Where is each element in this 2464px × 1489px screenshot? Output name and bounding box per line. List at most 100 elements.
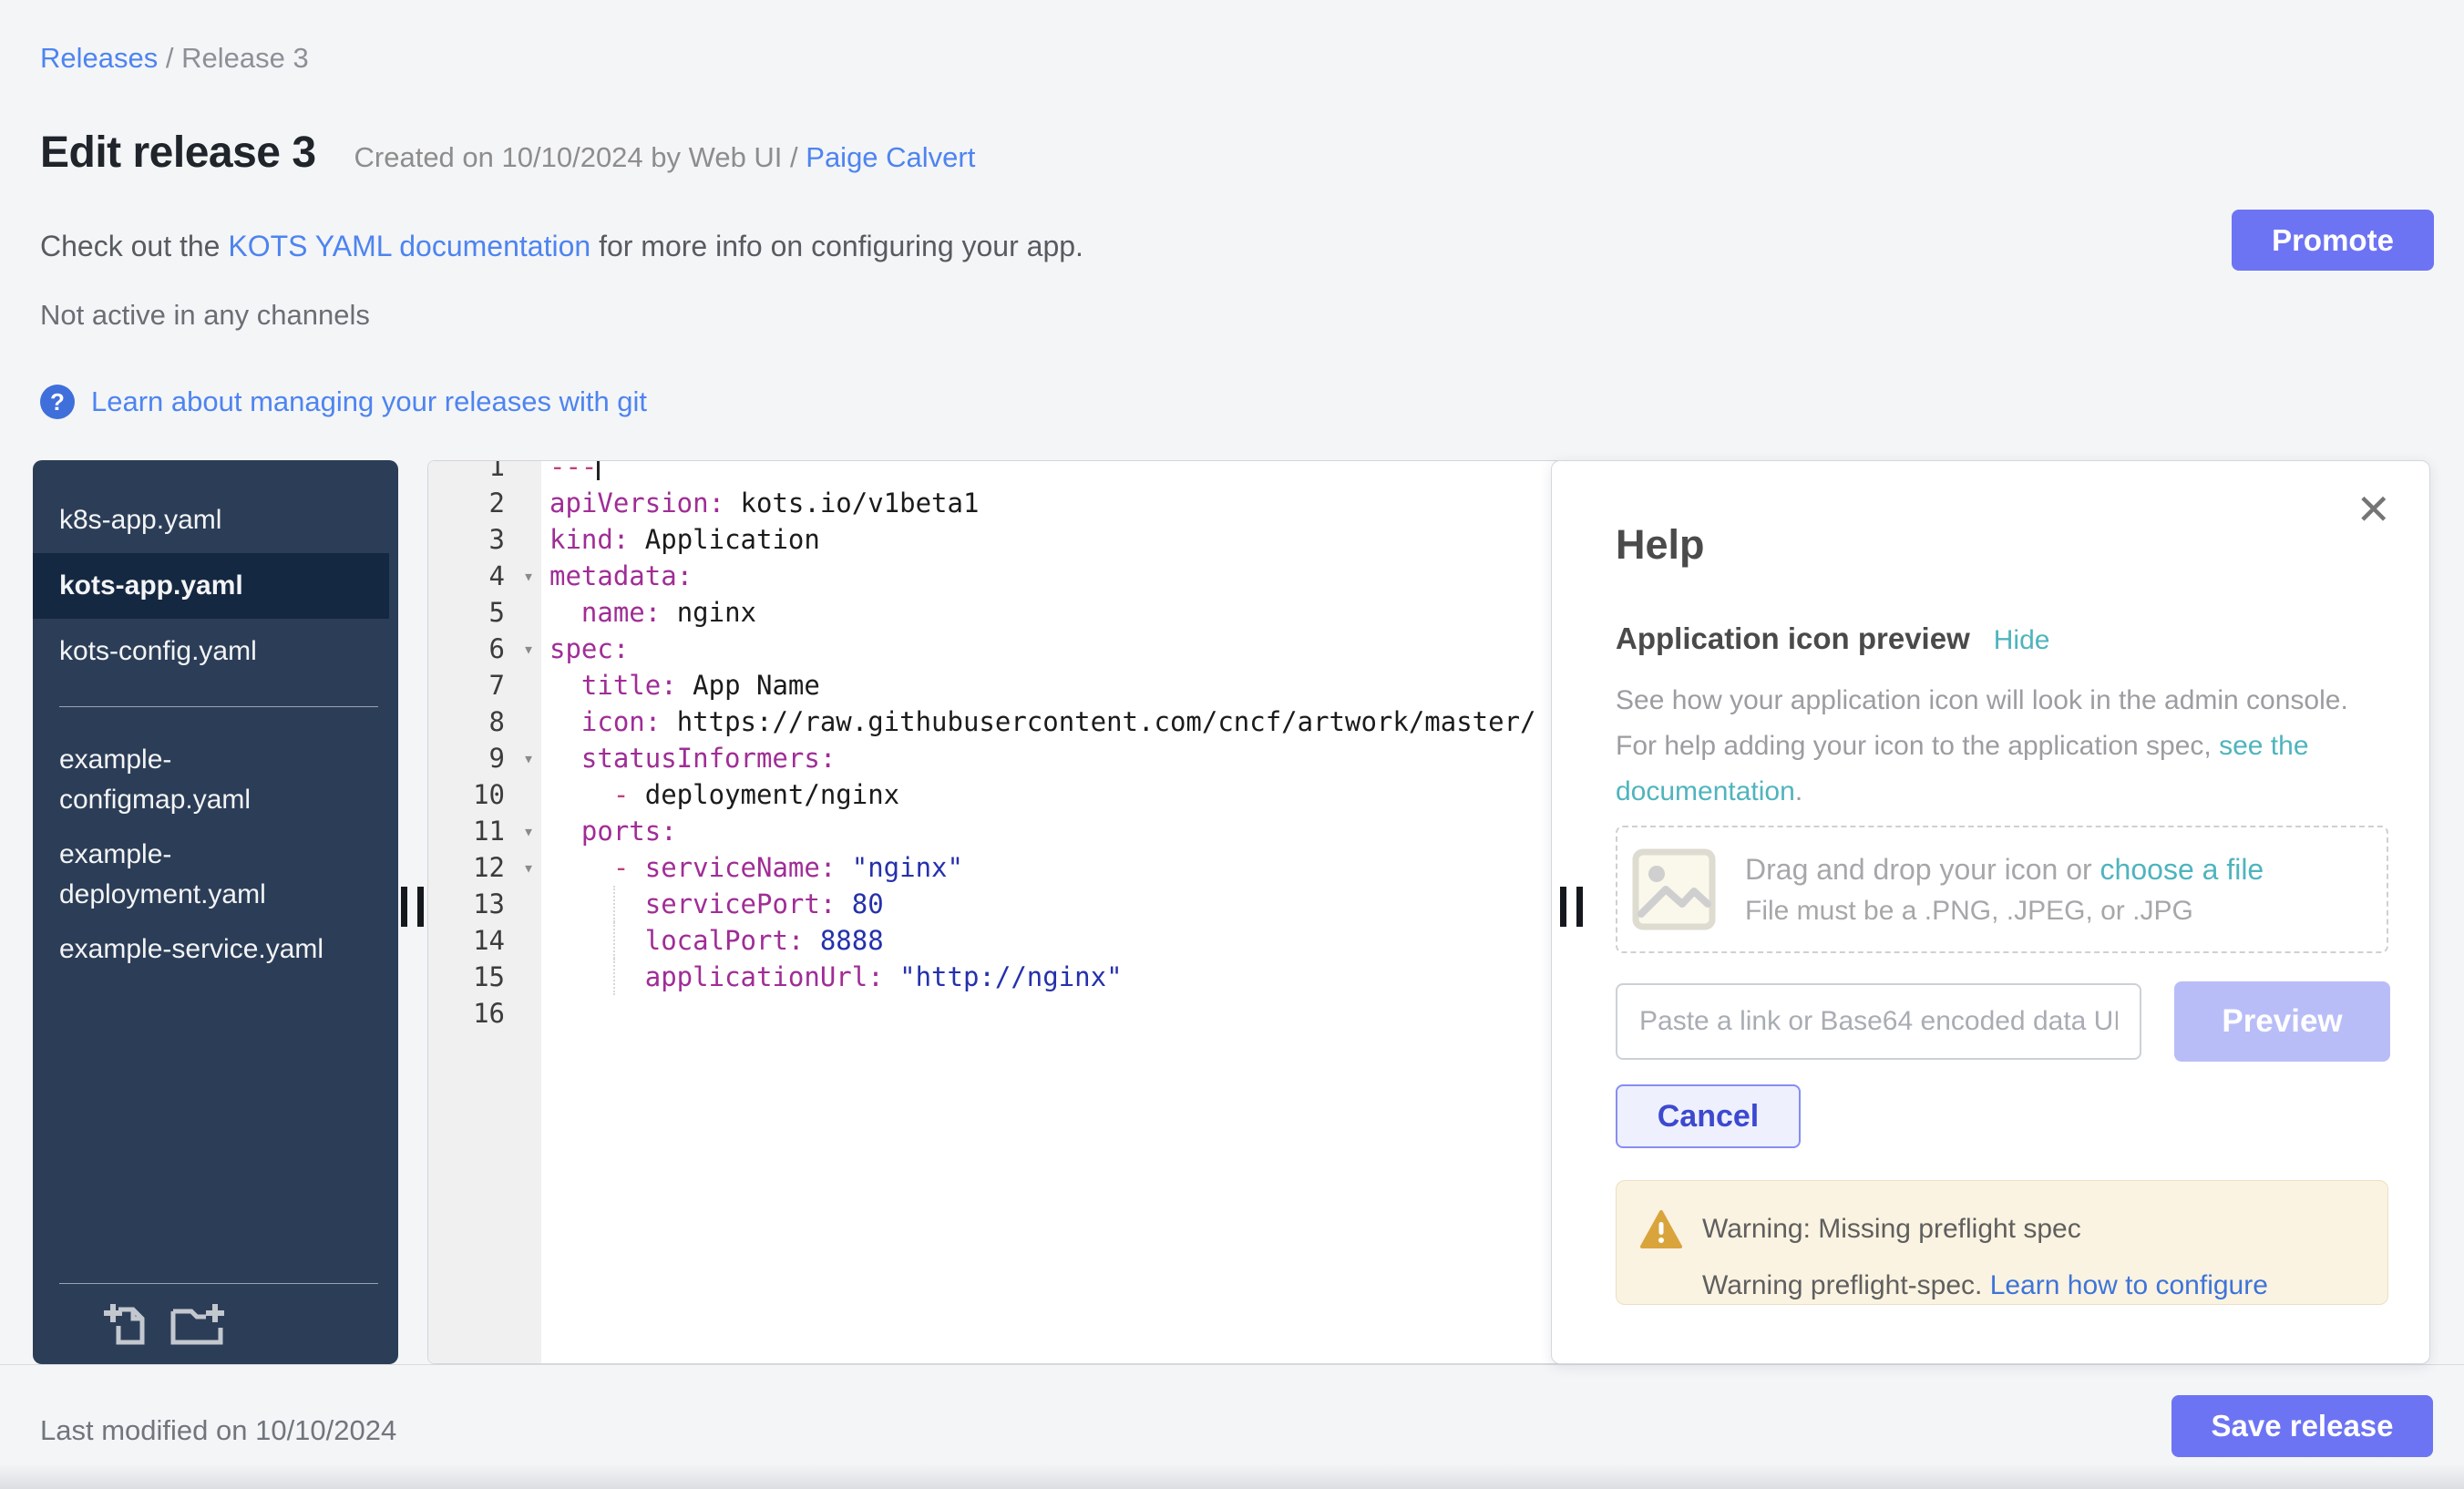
fold-arrow-icon[interactable]: ▾	[523, 631, 534, 667]
line-number: 1	[428, 460, 541, 485]
drop-zone-text: Drag and drop your icon or choose a file	[1745, 853, 2264, 887]
code-line[interactable]: 14 localPort: 8888	[428, 922, 1600, 959]
file-actions	[33, 1284, 398, 1364]
drop-zone-subtext: File must be a .PNG, .JPEG, or .JPG	[1745, 896, 2264, 927]
fold-arrow-icon[interactable]: ▾	[523, 740, 534, 776]
code-content: ---	[541, 460, 600, 485]
icon-url-input[interactable]	[1616, 983, 2141, 1060]
line-number: 3	[428, 521, 541, 558]
choose-file-link[interactable]: choose a file	[2100, 853, 2264, 886]
last-modified-text: Last modified on 10/10/2024	[40, 1414, 396, 1447]
line-number: 15	[428, 959, 541, 995]
code-content: servicePort: 80	[541, 886, 884, 922]
title-row: Edit release 3 Created on 10/10/2024 by …	[40, 128, 975, 178]
code-line[interactable]: 10 - deployment/nginx	[428, 776, 1600, 813]
code-line[interactable]: 11▾ ports:	[428, 813, 1600, 849]
new-folder-icon[interactable]	[169, 1299, 228, 1350]
line-number: 7	[428, 667, 541, 703]
code-content: statusInformers:	[541, 740, 836, 776]
line-number: 10	[428, 776, 541, 813]
icon-preview-title: Application icon preview	[1616, 621, 1970, 656]
code-line[interactable]: 9▾ statusInformers:	[428, 740, 1600, 776]
close-icon[interactable]: ✕	[2356, 488, 2391, 530]
code-content: icon: https://raw.githubusercontent.com/…	[541, 703, 1536, 740]
warning-detail: Warning preflight-spec. Learn how to con…	[1702, 1270, 2268, 1301]
preview-button[interactable]: Preview	[2174, 981, 2390, 1062]
promote-button[interactable]: Promote	[2232, 210, 2434, 271]
fold-arrow-icon[interactable]: ▾	[523, 813, 534, 849]
editor-resize-handle[interactable]	[1560, 887, 1583, 927]
line-number: 13	[428, 886, 541, 922]
divider	[59, 706, 378, 707]
bottom-fade	[0, 1463, 2464, 1489]
channel-status: Not active in any channels	[40, 299, 370, 332]
docs-line: Check out the KOTS YAML documentation fo…	[40, 230, 1083, 263]
code-line[interactable]: 13 servicePort: 80	[428, 886, 1600, 922]
page-title: Edit release 3	[40, 128, 316, 178]
code-line[interactable]: 6▾spec:	[428, 631, 1600, 667]
help-panel: ✕ Help Application icon preview Hide See…	[1551, 460, 2430, 1364]
file-tree-sidebar: k8s-app.yamlkots-app.yamlkots-config.yam…	[33, 460, 398, 1364]
sidebar-bottom	[33, 1256, 398, 1364]
code-content: spec:	[541, 631, 629, 667]
code-line[interactable]: 1---	[428, 460, 1600, 485]
question-icon: ?	[40, 385, 75, 419]
file-item[interactable]: kots-app.yaml	[33, 553, 389, 619]
line-number: 12▾	[428, 849, 541, 886]
footer-divider	[0, 1364, 2464, 1365]
hide-link[interactable]: Hide	[1994, 625, 2050, 656]
code-line[interactable]: 7 title: App Name	[428, 667, 1600, 703]
icon-drop-zone[interactable]: Drag and drop your icon or choose a file…	[1616, 826, 2388, 953]
image-icon	[1632, 848, 1716, 930]
code-line[interactable]: 2apiVersion: kots.io/v1beta1	[428, 485, 1600, 521]
warning-title: Warning: Missing preflight spec	[1702, 1214, 2081, 1245]
code-content: localPort: 8888	[541, 922, 884, 959]
edit-release-page: Releases / Release 3 Edit release 3 Crea…	[0, 0, 2464, 1489]
breadcrumb-releases-link[interactable]: Releases	[40, 42, 158, 74]
breadcrumb-separator: /	[158, 42, 181, 74]
line-number: 4▾	[428, 558, 541, 594]
fold-arrow-icon[interactable]: ▾	[523, 558, 534, 594]
help-title: Help	[1616, 521, 1705, 569]
yaml-editor[interactable]: 1---2apiVersion: kots.io/v1beta13kind: A…	[427, 460, 1601, 1364]
code-line[interactable]: 16	[428, 995, 1600, 1032]
code-line[interactable]: 4▾metadata:	[428, 558, 1600, 594]
code-content: ports:	[541, 813, 677, 849]
line-number: 16	[428, 995, 541, 1032]
code-line[interactable]: 3kind: Application	[428, 521, 1600, 558]
preflight-warning-box: Warning: Missing preflight spec Warning …	[1616, 1180, 2388, 1305]
line-number: 8	[428, 703, 541, 740]
cancel-button[interactable]: Cancel	[1616, 1084, 1801, 1148]
code-line[interactable]: 15 applicationUrl: "http://nginx"	[428, 959, 1600, 995]
line-number: 5	[428, 594, 541, 631]
author-link[interactable]: Paige Calvert	[806, 141, 975, 173]
code-content: apiVersion: kots.io/v1beta1	[541, 485, 979, 521]
code-line[interactable]: 12▾ - serviceName: "nginx"	[428, 849, 1600, 886]
file-item[interactable]: example-configmap.yaml	[33, 733, 344, 827]
kots-yaml-doc-link[interactable]: KOTS YAML documentation	[228, 230, 590, 262]
line-number: 2	[428, 485, 541, 521]
code-line[interactable]: 8 icon: https://raw.githubusercontent.co…	[428, 703, 1600, 740]
git-help-row[interactable]: ? Learn about managing your releases wit…	[40, 385, 647, 419]
code-content: kind: Application	[541, 521, 820, 558]
file-item[interactable]: k8s-app.yaml	[33, 493, 344, 548]
learn-configure-link[interactable]: Learn how to configure	[1990, 1270, 2268, 1300]
breadcrumb: Releases / Release 3	[40, 42, 309, 75]
sidebar-resize-handle[interactable]	[401, 887, 424, 927]
file-item[interactable]: example-deployment.yaml	[33, 827, 344, 922]
line-number: 11▾	[428, 813, 541, 849]
code-content: name: nginx	[541, 594, 756, 631]
new-file-icon[interactable]	[100, 1299, 151, 1350]
file-item[interactable]: kots-config.yaml	[33, 624, 344, 679]
code-content: - serviceName: "nginx"	[541, 849, 963, 886]
file-item[interactable]: example-service.yaml	[33, 922, 344, 977]
save-release-button[interactable]: Save release	[2171, 1395, 2433, 1457]
fold-arrow-icon[interactable]: ▾	[523, 849, 534, 886]
breadcrumb-current: Release 3	[181, 42, 309, 74]
code-content: title: App Name	[541, 667, 820, 703]
git-releases-link[interactable]: Learn about managing your releases with …	[91, 385, 647, 418]
code-content: applicationUrl: "http://nginx"	[541, 959, 1123, 995]
code-line[interactable]: 5 name: nginx	[428, 594, 1600, 631]
code-content	[541, 995, 549, 1032]
warning-triangle-icon	[1640, 1210, 1682, 1250]
